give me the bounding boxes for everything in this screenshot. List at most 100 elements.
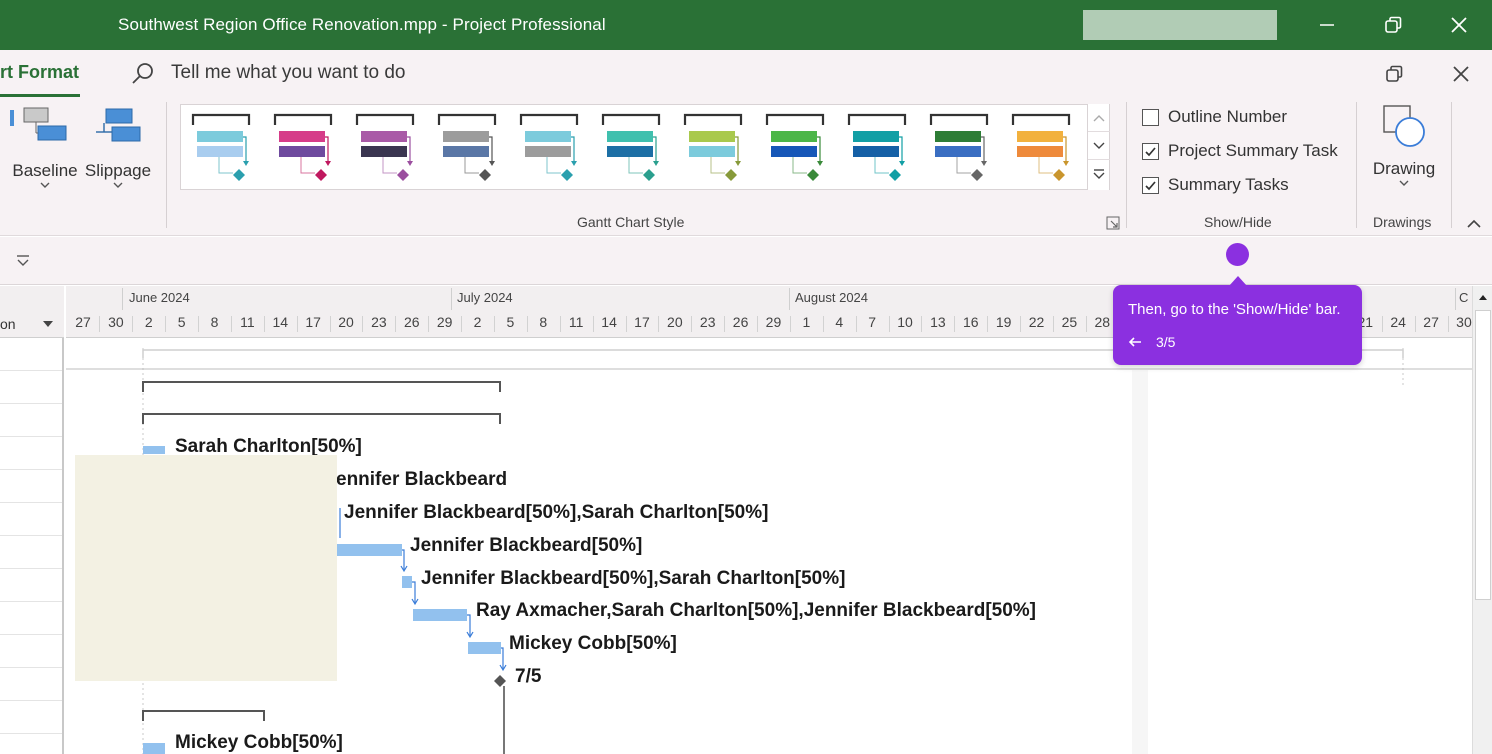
vertical-scrollbar[interactable] xyxy=(1472,286,1492,754)
arrow-left-icon[interactable] xyxy=(1127,334,1143,350)
gantt-style-option[interactable] xyxy=(601,111,665,183)
customize-dropdown-icon[interactable] xyxy=(14,252,32,270)
search-icon[interactable] xyxy=(130,61,156,87)
gantt-style-gallery xyxy=(180,104,1110,190)
nonworking-shading xyxy=(1132,370,1148,754)
quick-access-row xyxy=(0,237,1492,285)
minimize-icon xyxy=(1320,24,1334,26)
timescale-day-label: 7 xyxy=(868,314,877,330)
tab-format[interactable]: rt Format xyxy=(0,62,79,83)
gantt-style-option[interactable] xyxy=(765,111,829,183)
timescale-day-label: 28 xyxy=(1094,314,1111,330)
timescale-day-label: 30 xyxy=(108,314,124,330)
collapse-ribbon-icon[interactable] xyxy=(1466,216,1482,232)
gantt-style-option[interactable] xyxy=(929,111,993,183)
gantt-style-swatch-icon xyxy=(519,113,579,181)
gantt-style-option[interactable] xyxy=(683,111,747,183)
drawing-button[interactable]: Drawing xyxy=(1368,104,1440,187)
timescale-day-label: 23 xyxy=(699,314,716,330)
resource-label: Jennifer Blackbeard[50%] xyxy=(410,535,643,556)
ribbon-close-button[interactable] xyxy=(1448,62,1474,86)
gallery-more-button[interactable] xyxy=(1088,160,1110,188)
timescale-day-divider xyxy=(198,316,200,332)
gallery-scroll-up[interactable] xyxy=(1088,104,1110,132)
baseline-button[interactable]: Baseline xyxy=(10,106,80,189)
gantt-style-swatch-icon xyxy=(683,113,743,181)
timescale-day-divider xyxy=(329,316,331,332)
gantt-style-option[interactable] xyxy=(1011,111,1075,183)
outline-number-label: Outline Number xyxy=(1168,107,1288,126)
scroll-thumb[interactable] xyxy=(1475,310,1491,600)
ribbon-restore-button[interactable] xyxy=(1381,62,1407,86)
month-label: July 2024 xyxy=(457,290,513,305)
timescale-day-divider xyxy=(855,316,857,332)
sheet-row-divider xyxy=(0,733,62,734)
scroll-up-button[interactable] xyxy=(1475,288,1491,306)
task-bar[interactable] xyxy=(413,609,467,621)
gantt-style-option[interactable] xyxy=(191,111,255,183)
timescale-day-label: 27 xyxy=(1423,314,1439,330)
gallery-scroll-down[interactable] xyxy=(1088,132,1110,160)
slippage-icon xyxy=(96,108,141,142)
task-bar[interactable] xyxy=(402,576,412,588)
close-button[interactable] xyxy=(1426,0,1492,50)
month-divider xyxy=(451,288,452,310)
summary-tasks-label: Summary Tasks xyxy=(1168,175,1289,194)
slippage-button[interactable]: Slippage xyxy=(82,106,154,189)
dialog-launcher-icon[interactable] xyxy=(1106,216,1120,230)
project-summary-task-checkbox[interactable]: Project Summary Task xyxy=(1142,140,1338,162)
milestone-diamond[interactable] xyxy=(494,675,506,687)
timescale-day-label: 2 xyxy=(473,314,482,330)
summary-bar[interactable] xyxy=(142,381,501,392)
gantt-style-swatch-icon xyxy=(847,113,907,181)
timescale-day-divider xyxy=(757,316,759,332)
gantt-style-option[interactable] xyxy=(519,111,583,183)
guide-hotspot[interactable] xyxy=(1226,243,1249,266)
sheet-row-divider xyxy=(0,403,62,404)
gantt-style-option[interactable] xyxy=(437,111,501,183)
gallery-scrollbar xyxy=(1087,104,1110,190)
timescale-day-divider xyxy=(230,316,232,332)
account-area[interactable] xyxy=(1083,10,1277,40)
timescale-day-divider xyxy=(1085,316,1087,332)
close-icon xyxy=(1451,17,1467,33)
gantt-style-swatch-icon xyxy=(273,113,333,181)
sheet-header: on xyxy=(0,286,64,338)
group-separator xyxy=(1126,102,1127,228)
sheet-column-header[interactable]: on xyxy=(0,316,16,332)
timescale-day-divider xyxy=(987,316,989,332)
task-bar[interactable] xyxy=(143,446,165,454)
timescale-day-label: 14 xyxy=(601,314,617,330)
checkmark-icon xyxy=(1142,176,1159,194)
gantt-style-option[interactable] xyxy=(355,111,419,183)
minimize-button[interactable] xyxy=(1294,0,1360,50)
ribbon: Baseline Slippage Gantt Chart Style Outl… xyxy=(0,98,1492,236)
outline-number-checkbox[interactable]: Outline Number xyxy=(1142,106,1287,128)
summary-bar[interactable] xyxy=(142,710,265,721)
tell-me-search-input[interactable]: Tell me what you want to do xyxy=(171,62,405,84)
sheet-row-divider xyxy=(0,436,62,437)
timescale-day-label: 23 xyxy=(371,314,387,330)
filter-dropdown-icon[interactable] xyxy=(42,320,54,328)
gantt-chart-style-group-label: Gantt Chart Style xyxy=(577,214,685,230)
timescale-day-divider xyxy=(724,316,726,332)
guide-tooltip: Then, go to the 'Show/Hide' bar. 3/5 xyxy=(1113,276,1362,365)
summary-bar[interactable] xyxy=(142,413,501,424)
task-bar[interactable] xyxy=(143,743,165,754)
timescale-day-label: 25 xyxy=(1061,314,1078,330)
sheet-row-divider xyxy=(0,370,62,371)
summary-tasks-checkbox[interactable]: Summary Tasks xyxy=(1142,174,1289,196)
redacted-area xyxy=(75,455,337,681)
sheet-row-divider xyxy=(0,667,62,668)
timescale-day-label: 26 xyxy=(732,314,749,330)
gantt-style-option[interactable] xyxy=(273,111,337,183)
gantt-style-option[interactable] xyxy=(847,111,911,183)
restore-icon xyxy=(1386,65,1403,82)
timescale-day-divider xyxy=(296,316,298,332)
timescale-day-divider xyxy=(165,316,167,332)
task-bar[interactable] xyxy=(468,642,501,654)
task-bar[interactable] xyxy=(336,544,402,556)
timescale-day-label: 19 xyxy=(995,314,1012,330)
restore-button[interactable] xyxy=(1360,0,1426,50)
timescale-day-divider xyxy=(526,316,528,332)
